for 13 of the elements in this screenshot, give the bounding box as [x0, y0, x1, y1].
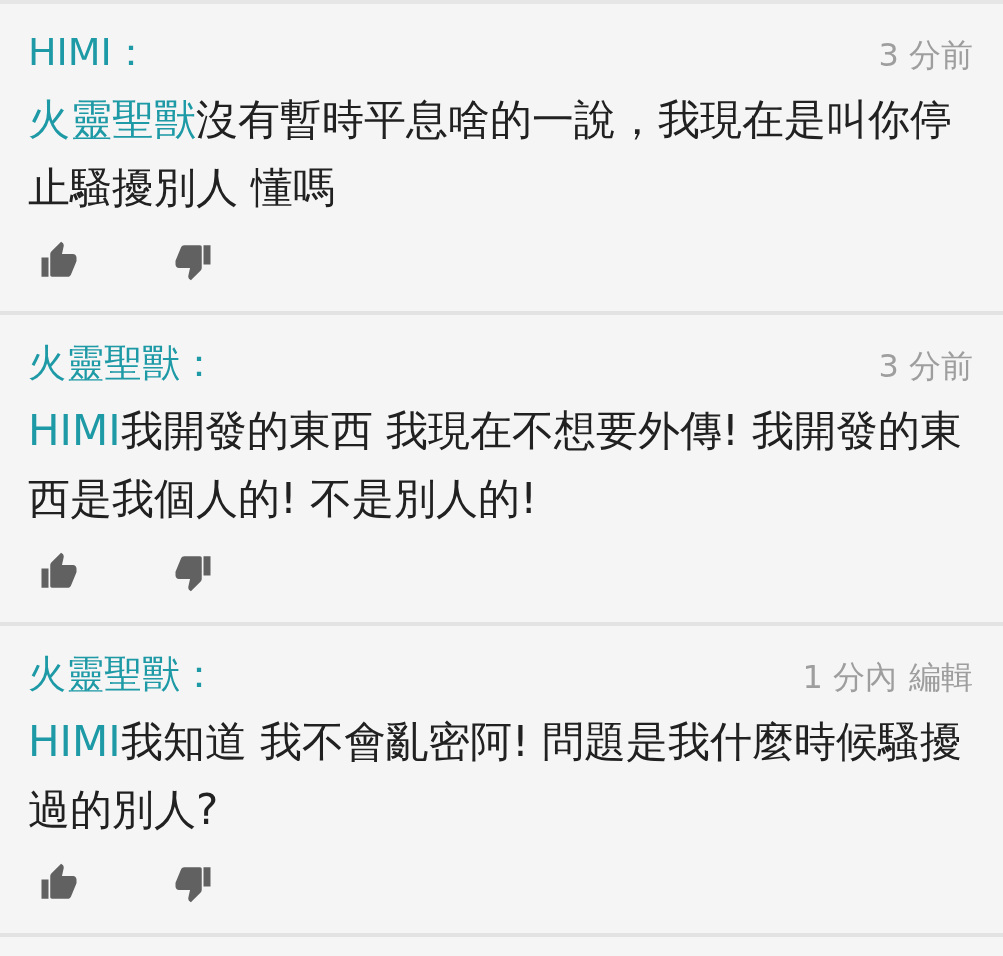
- comment-text: HIMI我開發的東西 我現在不想要外傳! 我開發的東西是我個人的! 不是別人的!: [28, 405, 964, 525]
- mention-link[interactable]: 火靈聖獸: [28, 95, 196, 144]
- mention-link[interactable]: HIMI: [28, 717, 121, 766]
- edit-link[interactable]: 編輯: [909, 656, 973, 700]
- author-name[interactable]: 火靈聖獸：: [28, 649, 218, 700]
- author-name[interactable]: 火靈聖獸：: [28, 338, 218, 389]
- timestamp: 3 分前: [878, 35, 973, 76]
- comment-text: HIMI我知道 我不會亂密阿! 問題是我什麼時候騷擾過的別人?: [28, 716, 964, 836]
- timestamp: 3 分前: [878, 346, 973, 387]
- mention-link[interactable]: HIMI: [28, 406, 121, 455]
- timestamp: 1 分內: [802, 657, 897, 698]
- author-name[interactable]: HIMI：: [28, 27, 150, 78]
- comment-text: 火靈聖獸沒有暫時平息啥的一說，我現在是叫你停止騷擾別人 懂嗎: [28, 94, 953, 214]
